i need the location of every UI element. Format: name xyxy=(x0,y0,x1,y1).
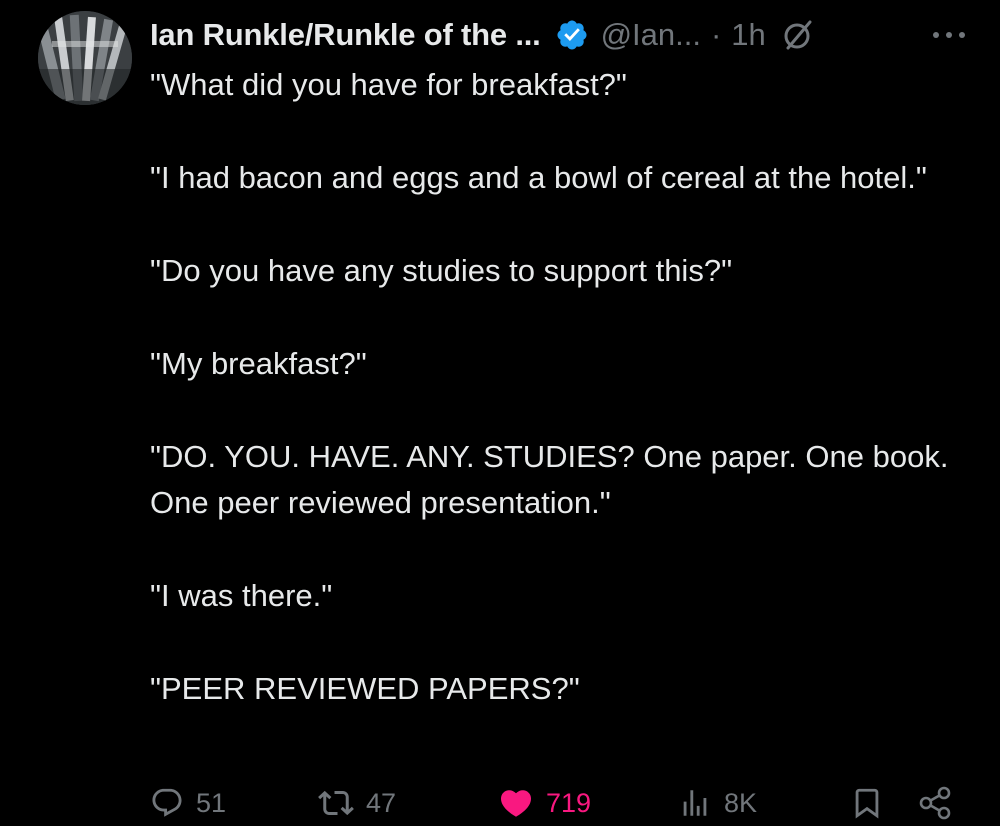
bookmark-button[interactable] xyxy=(850,780,884,826)
retweet-count: 47 xyxy=(366,787,397,818)
heart-icon xyxy=(500,790,532,817)
views-icon xyxy=(683,790,707,816)
grok-icon[interactable] xyxy=(780,17,816,53)
action-bar: 51 47 719 8K xyxy=(150,780,965,826)
tweet: Ian Runkle/Runkle of the ... @Ian... · 1… xyxy=(0,0,1000,823)
tweet-header: Ian Runkle/Runkle of the ... @Ian... · 1… xyxy=(150,12,970,58)
tweet-text: "What did you have for breakfast?" "I ha… xyxy=(150,62,950,759)
bookmark-icon xyxy=(855,788,879,819)
more-options-icon[interactable] xyxy=(930,17,970,53)
avatar-image xyxy=(38,11,132,105)
reply-count: 51 xyxy=(196,787,227,818)
tweet-paragraph: "I had bacon and eggs and a bowl of cere… xyxy=(150,160,927,195)
like-count: 719 xyxy=(546,787,592,818)
header-separator: · xyxy=(710,17,722,52)
author-handle[interactable]: @Ian... xyxy=(601,17,701,53)
author-display-name[interactable]: Ian Runkle/Runkle of the ... xyxy=(150,17,541,53)
tweet-timestamp[interactable]: 1h xyxy=(731,17,765,53)
views-count: 8K xyxy=(724,787,758,818)
tweet-paragraph: "PEER REVIEWED PAPERS?" xyxy=(150,671,580,706)
retweet-button[interactable]: 47 xyxy=(318,780,396,826)
tweet-paragraph: "I was there." xyxy=(150,578,333,613)
tweet-paragraph: "What did you have for breakfast?" xyxy=(150,67,627,102)
tweet-paragraph: "DO. YOU. HAVE. ANY. STUDIES? One paper.… xyxy=(150,439,949,520)
share-icon xyxy=(919,786,951,820)
reply-icon xyxy=(152,788,182,817)
retweet-icon xyxy=(318,790,354,816)
reply-button[interactable]: 51 xyxy=(150,780,226,826)
views-button[interactable]: 8K xyxy=(678,780,757,826)
like-button[interactable]: 719 xyxy=(498,780,591,826)
tweet-paragraph: "My breakfast?" xyxy=(150,346,367,381)
share-button[interactable] xyxy=(918,780,952,826)
avatar[interactable] xyxy=(38,11,132,105)
verified-badge-icon[interactable] xyxy=(555,18,589,52)
tweet-paragraph: "Do you have any studies to support this… xyxy=(150,253,733,288)
